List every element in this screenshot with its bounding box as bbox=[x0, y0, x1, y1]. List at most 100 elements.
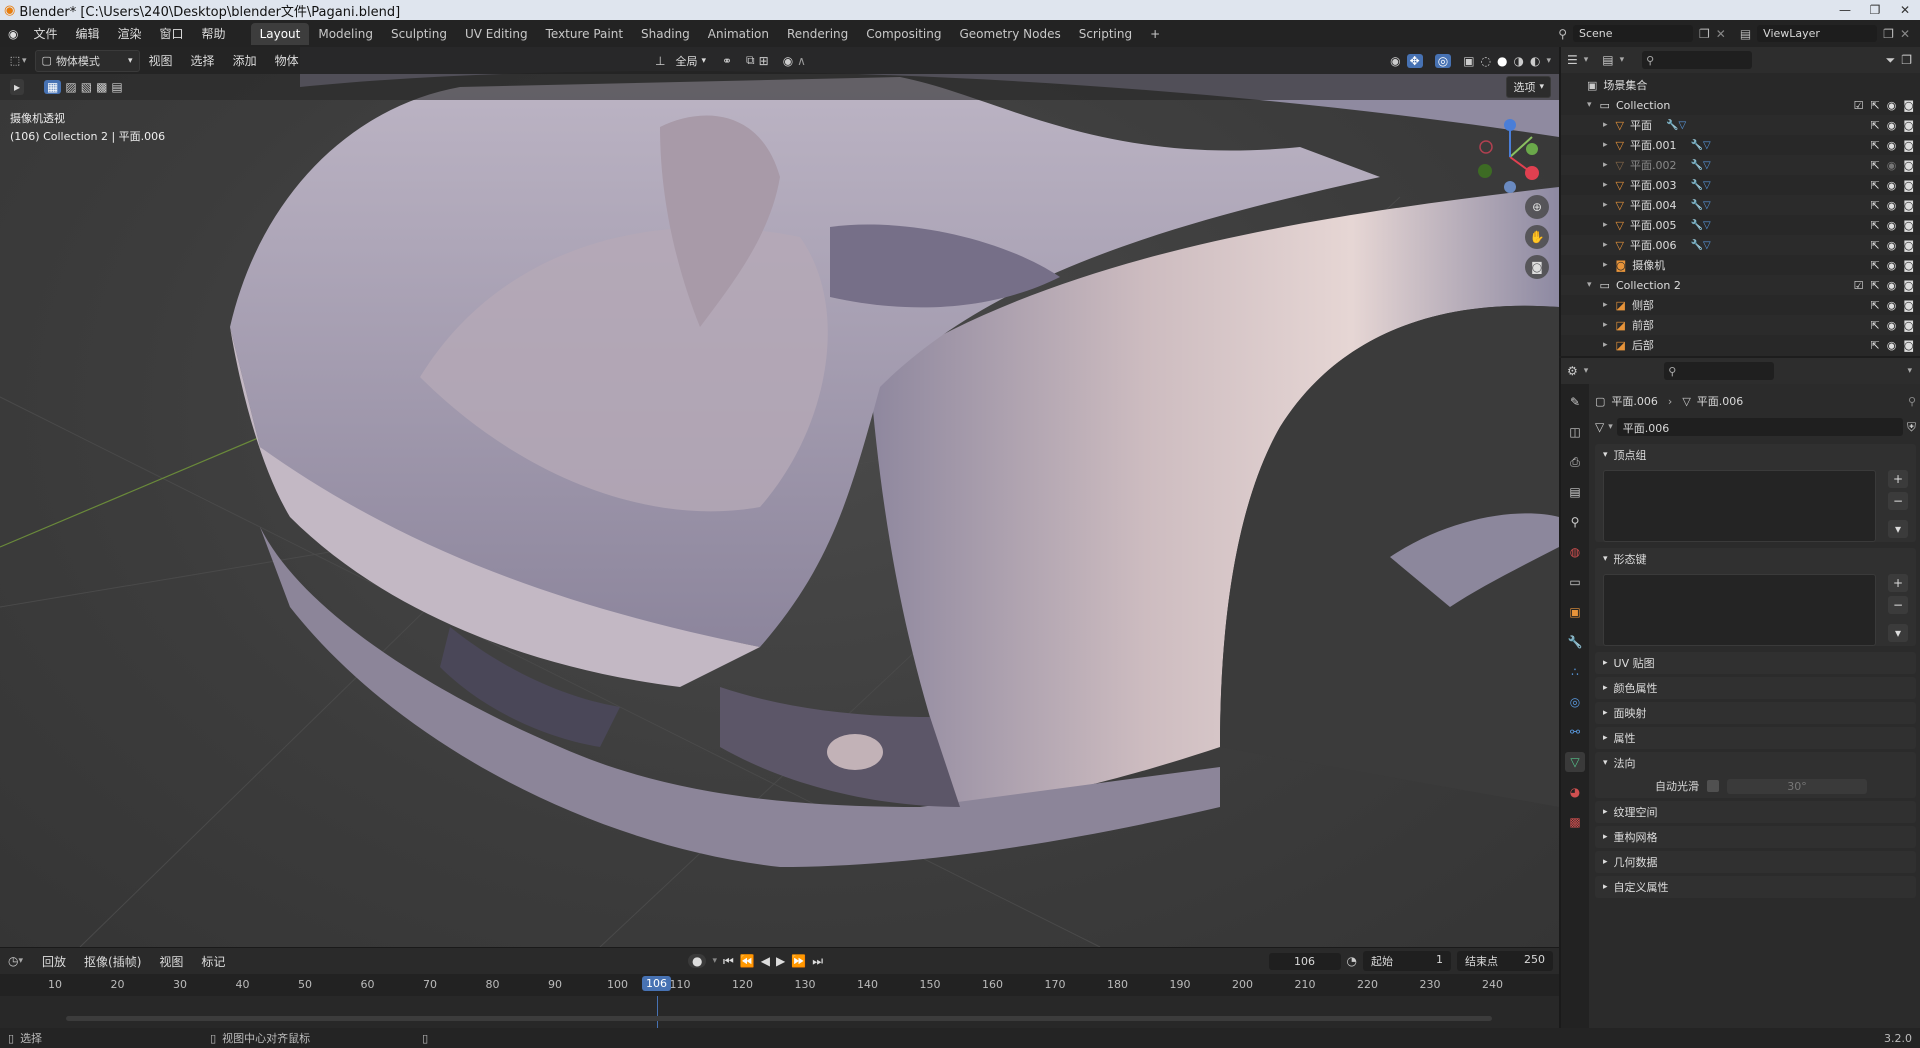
timeline-track-area[interactable] bbox=[0, 996, 1559, 1029]
chevron-right-icon[interactable]: ▸ bbox=[1603, 160, 1608, 170]
vertex-group-specials-button[interactable]: ▾ bbox=[1888, 520, 1908, 538]
filter-icon[interactable]: ⏷ bbox=[1886, 53, 1896, 68]
outliner-row[interactable]: ▸ ◙ 摄像机 ⇱ ◉ ◙ bbox=[1561, 255, 1920, 275]
properties-editor-type-icon[interactable]: ⚙ bbox=[1567, 364, 1578, 378]
outliner-row[interactable]: ▸ ▽ 平面 🔧▽ ⇱ ◉ ◙ bbox=[1561, 115, 1920, 135]
eye-icon[interactable]: ◉ bbox=[1887, 199, 1897, 212]
close-button[interactable]: ✕ bbox=[1890, 0, 1920, 20]
camera-render-icon[interactable]: ◙ bbox=[1903, 219, 1914, 232]
outliner-row[interactable]: ▾ ▭ Collection 2 ☑ ⇱ ◉ ◙ bbox=[1561, 275, 1920, 295]
mode-dropdown[interactable]: ▢ 物体模式 ▾ bbox=[34, 49, 140, 72]
pivot-icon[interactable]: ⚭ bbox=[722, 54, 732, 68]
outliner-search-input[interactable]: ⚲ bbox=[1642, 51, 1753, 69]
snap-target-icon[interactable]: ⊞ bbox=[759, 54, 769, 68]
add-vertex-group-button[interactable]: + bbox=[1888, 470, 1908, 488]
tab-sculpting[interactable]: Sculpting bbox=[382, 23, 456, 45]
outliner-row[interactable]: ▾ ▭ Collection ☑ ⇱ ◉ ◙ bbox=[1561, 95, 1920, 115]
menu-help[interactable]: 帮助 bbox=[193, 25, 235, 42]
panel-uv-maps[interactable]: ▸ UV 贴图 bbox=[1595, 652, 1916, 674]
panel-geometry-data[interactable]: ▸ 几何数据 bbox=[1595, 851, 1916, 873]
chevron-right-icon[interactable]: ▸ bbox=[1603, 120, 1608, 130]
camera-render-icon[interactable]: ◙ bbox=[1903, 319, 1914, 332]
select-toggle-icon[interactable]: ⇱ bbox=[1870, 299, 1879, 312]
select-toggle-icon[interactable]: ⇱ bbox=[1870, 279, 1879, 292]
camera-render-icon[interactable]: ◙ bbox=[1903, 139, 1914, 152]
modifier-icon[interactable]: 🔧▽ bbox=[1691, 160, 1711, 171]
shape-key-specials-button[interactable]: ▾ bbox=[1888, 624, 1908, 642]
render-tab-icon[interactable]: ◫ bbox=[1565, 422, 1585, 442]
outliner-row[interactable]: ▸ ▽ 平面.006 🔧▽ ⇱ ◉ ◙ bbox=[1561, 235, 1920, 255]
eye-icon[interactable]: ◉ bbox=[1887, 119, 1897, 132]
select-invert-icon[interactable]: ▩ bbox=[96, 80, 107, 94]
constraints-tab-icon[interactable]: ⚯ bbox=[1565, 722, 1585, 742]
fake-user-icon[interactable]: ⛨ bbox=[1907, 420, 1916, 435]
tool-tab-icon[interactable]: ✎ bbox=[1565, 392, 1585, 412]
select-intersect-icon[interactable]: ▤ bbox=[111, 80, 122, 94]
collection-tab-icon[interactable]: ▭ bbox=[1565, 572, 1585, 592]
particles-tab-icon[interactable]: ∴ bbox=[1565, 662, 1585, 682]
chevron-down-icon[interactable]: ▾ bbox=[18, 956, 23, 966]
material-tab-icon[interactable]: ◕ bbox=[1565, 782, 1585, 802]
shading-options-icon[interactable]: ▾ bbox=[1546, 56, 1551, 66]
wireframe-shading-icon[interactable]: ◌ bbox=[1481, 54, 1491, 68]
chevron-right-icon[interactable]: ▸ bbox=[1603, 180, 1608, 190]
camera-render-icon[interactable]: ◙ bbox=[1903, 339, 1914, 352]
jump-end-icon[interactable]: ⏭ bbox=[812, 954, 823, 969]
select-toggle-icon[interactable]: ⇱ bbox=[1870, 179, 1879, 192]
view-layer-tab-icon[interactable]: ▤ bbox=[1565, 482, 1585, 502]
world-tab-icon[interactable]: ◍ bbox=[1565, 542, 1585, 562]
chevron-down-icon[interactable]: ▾ bbox=[712, 956, 717, 966]
chevron-right-icon[interactable]: ▸ bbox=[1603, 240, 1608, 250]
pan-hand-icon[interactable]: ✋ bbox=[1525, 225, 1549, 249]
tab-rendering[interactable]: Rendering bbox=[778, 23, 857, 45]
visibility-icon[interactable]: ◉ bbox=[1390, 54, 1400, 68]
camera-render-icon[interactable]: ◙ bbox=[1903, 259, 1914, 272]
play-icon[interactable]: ▶ bbox=[776, 954, 785, 968]
tab-scripting[interactable]: Scripting bbox=[1070, 23, 1141, 45]
chevron-right-icon[interactable]: ▸ bbox=[1603, 300, 1608, 310]
outliner-row[interactable]: ▸ ▽ 平面.001 🔧▽ ⇱ ◉ ◙ bbox=[1561, 135, 1920, 155]
timer-icon[interactable]: ◔ bbox=[1347, 954, 1357, 968]
object-tab-icon[interactable]: ▣ bbox=[1565, 602, 1585, 622]
tab-texture-paint[interactable]: Texture Paint bbox=[537, 23, 632, 45]
select-extend-icon[interactable]: ▨ bbox=[65, 80, 76, 94]
new-view-layer-icon[interactable]: ❐ bbox=[1883, 27, 1894, 41]
chevron-down-icon[interactable]: ▾ bbox=[1587, 280, 1592, 290]
solid-shading-icon[interactable]: ● bbox=[1497, 54, 1507, 68]
eye-icon[interactable]: ◉ bbox=[1887, 159, 1897, 172]
panel-texture-space[interactable]: ▸ 纹理空间 bbox=[1595, 801, 1916, 823]
chevron-down-icon[interactable]: ▾ bbox=[1584, 55, 1589, 65]
mesh-datablock-icon[interactable]: ▽ bbox=[1595, 420, 1604, 434]
editor-type-dropdown-icon[interactable]: ▾ bbox=[22, 56, 27, 66]
xray-icon[interactable]: ▣ bbox=[1463, 54, 1474, 68]
eye-icon[interactable]: ◉ bbox=[1887, 339, 1897, 352]
outliner-scene-collection[interactable]: ▣ 场景集合 bbox=[1561, 75, 1920, 95]
outliner-editor-type-icon[interactable]: ☰ bbox=[1567, 53, 1578, 67]
select-toggle-icon[interactable]: ⇱ bbox=[1870, 159, 1879, 172]
menu-file[interactable]: 文件 bbox=[24, 25, 66, 42]
viewport-menu-select[interactable]: 选择 bbox=[182, 52, 224, 69]
chevron-right-icon[interactable]: ▸ bbox=[1603, 260, 1608, 270]
select-subtract-icon[interactable]: ▧ bbox=[81, 80, 92, 94]
camera-render-icon[interactable]: ◙ bbox=[1903, 239, 1914, 252]
chevron-right-icon[interactable]: ▸ bbox=[1603, 220, 1608, 230]
remove-vertex-group-button[interactable]: − bbox=[1888, 492, 1908, 510]
select-toggle-icon[interactable]: ⇱ bbox=[1870, 239, 1879, 252]
texture-tab-icon[interactable]: ▩ bbox=[1565, 812, 1585, 832]
camera-render-icon[interactable]: ◙ bbox=[1903, 99, 1914, 112]
modifier-icon[interactable]: 🔧▽ bbox=[1691, 180, 1711, 191]
auto-smooth-checkbox[interactable] bbox=[1707, 780, 1719, 792]
timeline-menu-keying[interactable]: 抠像(插帧) bbox=[75, 953, 150, 970]
viewport-menu-object[interactable]: 物体 bbox=[266, 52, 308, 69]
eye-icon[interactable]: ◉ bbox=[1887, 259, 1897, 272]
outliner-row[interactable]: ▸ ▽ 平面.002 🔧▽ ⇱ ◉ ◙ bbox=[1561, 155, 1920, 175]
jump-start-icon[interactable]: ⏮ bbox=[723, 954, 734, 969]
zoom-icon[interactable]: ⊕ bbox=[1525, 195, 1549, 219]
chevron-down-icon[interactable]: ▾ bbox=[1608, 422, 1613, 432]
menu-window[interactable]: 窗口 bbox=[151, 25, 193, 42]
outliner-row[interactable]: ▸ ▽ 平面.003 🔧▽ ⇱ ◉ ◙ bbox=[1561, 175, 1920, 195]
panel-shape-keys-header[interactable]: ▾ 形态键 bbox=[1595, 548, 1916, 570]
timeline-menu-marker[interactable]: 标记 bbox=[192, 953, 234, 970]
select-toggle-icon[interactable]: ⇱ bbox=[1870, 259, 1879, 272]
exclude-checkbox[interactable]: ☑ bbox=[1854, 99, 1864, 112]
